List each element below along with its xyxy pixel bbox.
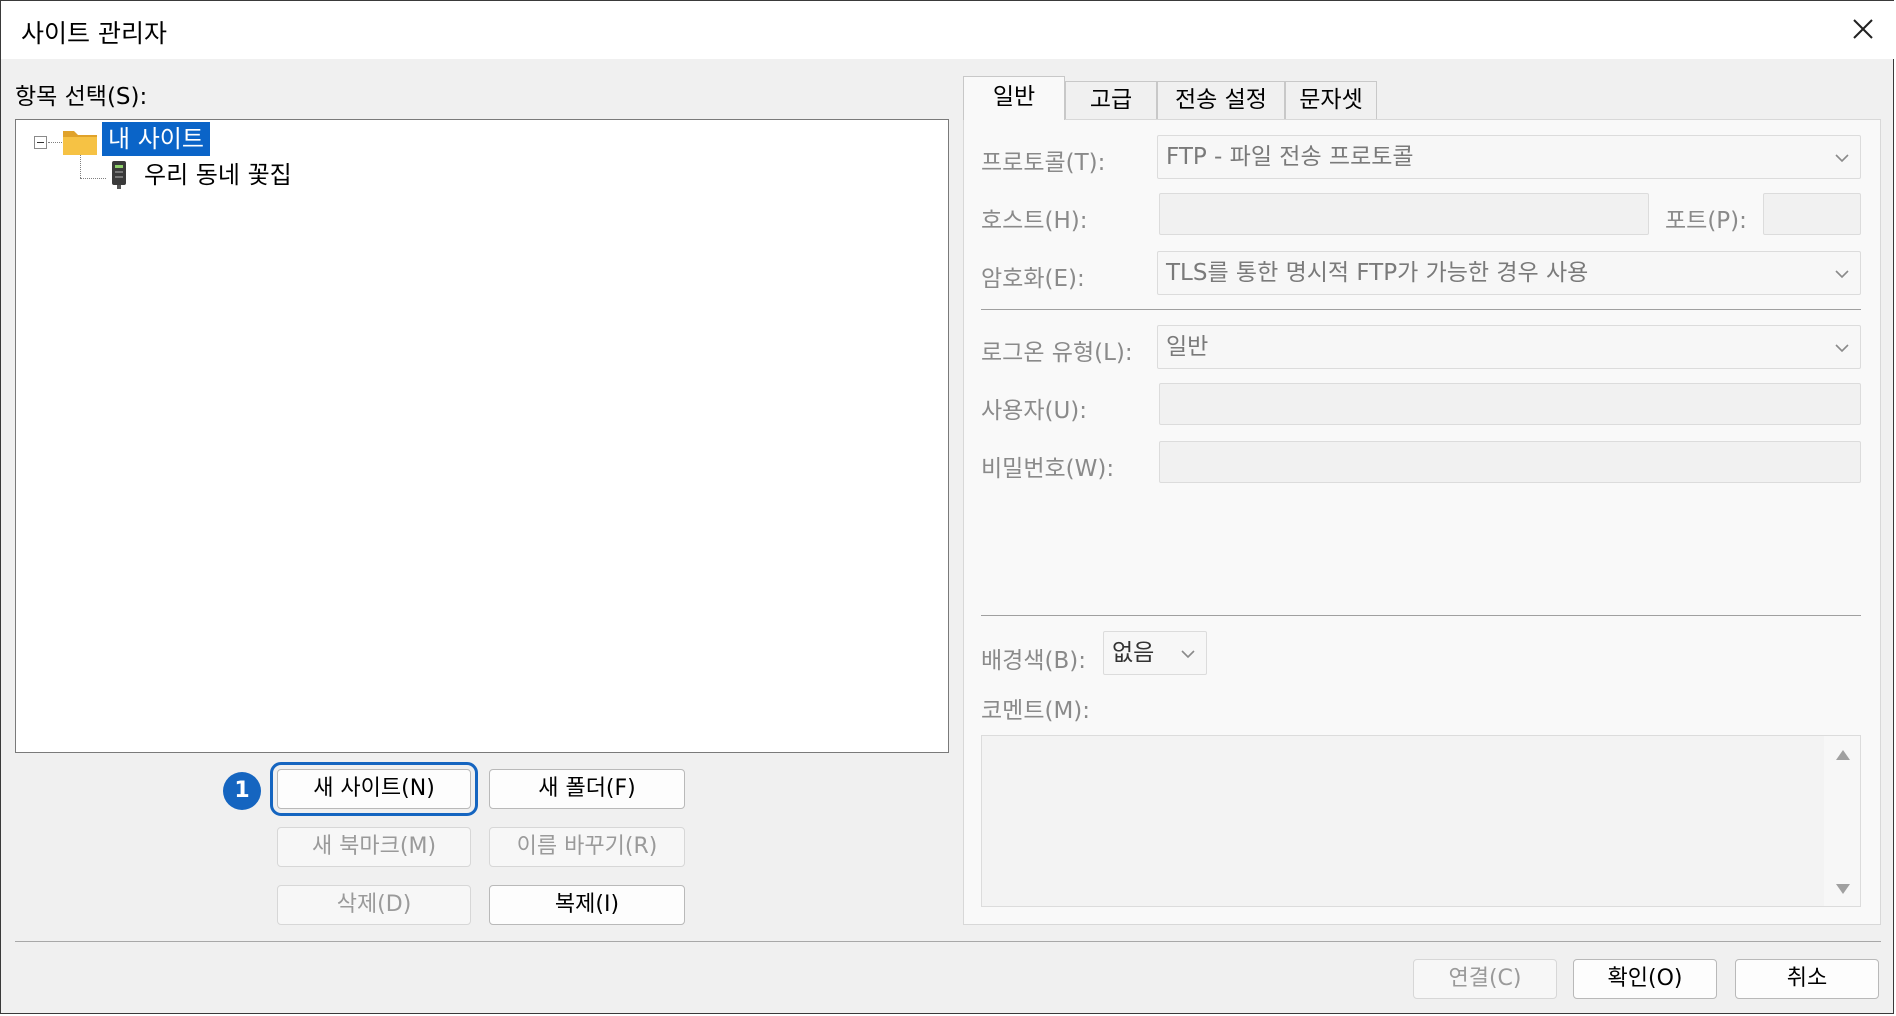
tab-advanced[interactable]: 고급 — [1065, 81, 1157, 119]
title-bar: 사이트 관리자 — [1, 1, 1895, 59]
close-icon — [1853, 19, 1873, 39]
protocol-label: 프로토콜(T): — [981, 150, 1106, 176]
rename-button[interactable]: 이름 바꾸기(R) — [489, 827, 685, 867]
connect-button[interactable]: 연결(C) — [1413, 959, 1557, 999]
protocol-select[interactable]: FTP - 파일 전송 프로토콜 — [1157, 135, 1861, 179]
user-field[interactable] — [1159, 383, 1861, 425]
new-bookmark-button[interactable]: 새 북마크(M) — [277, 827, 471, 867]
encryption-select[interactable]: TLS를 통한 명시적 FTP가 가능한 경우 사용 — [1157, 251, 1861, 295]
delete-button[interactable]: 삭제(D) — [277, 885, 471, 925]
window-title: 사이트 관리자 — [21, 19, 167, 48]
background-color-select[interactable]: 없음 — [1103, 631, 1207, 675]
divider — [981, 615, 1861, 616]
close-button[interactable] — [1845, 11, 1881, 47]
background-color-label: 배경색(B): — [981, 648, 1086, 674]
chevron-down-icon — [1835, 154, 1849, 163]
callout-badge: 1 — [223, 772, 261, 810]
duplicate-button[interactable]: 복제(I) — [489, 885, 685, 925]
user-label: 사용자(U): — [981, 398, 1088, 424]
divider — [981, 309, 1861, 310]
tab-charset[interactable]: 문자셋 — [1285, 81, 1377, 119]
tree-connector-child — [80, 178, 106, 179]
chevron-down-icon — [1835, 344, 1849, 353]
comment-scrollbar[interactable] — [1824, 736, 1860, 906]
comment-textarea[interactable] — [981, 735, 1861, 907]
tree-item-site[interactable]: 우리 동네 꽃집 — [144, 158, 292, 192]
tab-general[interactable]: 일반 — [963, 76, 1065, 120]
chevron-down-icon — [1181, 650, 1195, 659]
folder-icon — [63, 131, 97, 155]
logon-type-select[interactable]: 일반 — [1157, 325, 1861, 369]
footer-divider — [15, 941, 1881, 942]
chevron-down-icon — [1835, 270, 1849, 279]
logon-type-value: 일반 — [1166, 334, 1209, 360]
port-field[interactable] — [1763, 193, 1861, 235]
protocol-value: FTP - 파일 전송 프로토콜 — [1166, 144, 1414, 170]
host-label: 호스트(H): — [981, 208, 1088, 234]
new-site-button[interactable]: 새 사이트(N) — [270, 762, 478, 816]
select-entry-label: 항목 선택(S): — [15, 84, 148, 110]
site-manager-window: 사이트 관리자 항목 선택(S): 내 사이트 우리 동네 꽃집 1 새 사이트… — [0, 0, 1895, 1014]
logon-type-label: 로그온 유형(L): — [981, 340, 1133, 366]
site-tree[interactable]: 내 사이트 우리 동네 꽃집 — [15, 119, 949, 753]
port-label: 포트(P): — [1665, 208, 1747, 234]
server-icon — [112, 161, 126, 189]
scroll-down-icon[interactable] — [1834, 882, 1852, 896]
encryption-value: TLS를 통한 명시적 FTP가 가능한 경우 사용 — [1166, 260, 1589, 286]
cancel-button[interactable]: 취소 — [1735, 959, 1879, 999]
scroll-up-icon[interactable] — [1834, 748, 1852, 762]
background-color-value: 없음 — [1112, 640, 1155, 666]
ok-button[interactable]: 확인(O) — [1573, 959, 1717, 999]
tab-transfer-settings[interactable]: 전송 설정 — [1157, 81, 1285, 119]
password-field[interactable] — [1159, 441, 1861, 483]
collapse-toggle[interactable] — [34, 136, 47, 149]
tree-item-my-sites[interactable]: 내 사이트 — [102, 122, 210, 156]
comment-label: 코멘트(M): — [981, 698, 1091, 724]
new-folder-button[interactable]: 새 폴더(F) — [489, 769, 685, 809]
password-label: 비밀번호(W): — [981, 456, 1115, 482]
encryption-label: 암호화(E): — [981, 266, 1085, 292]
host-field[interactable] — [1159, 193, 1649, 235]
